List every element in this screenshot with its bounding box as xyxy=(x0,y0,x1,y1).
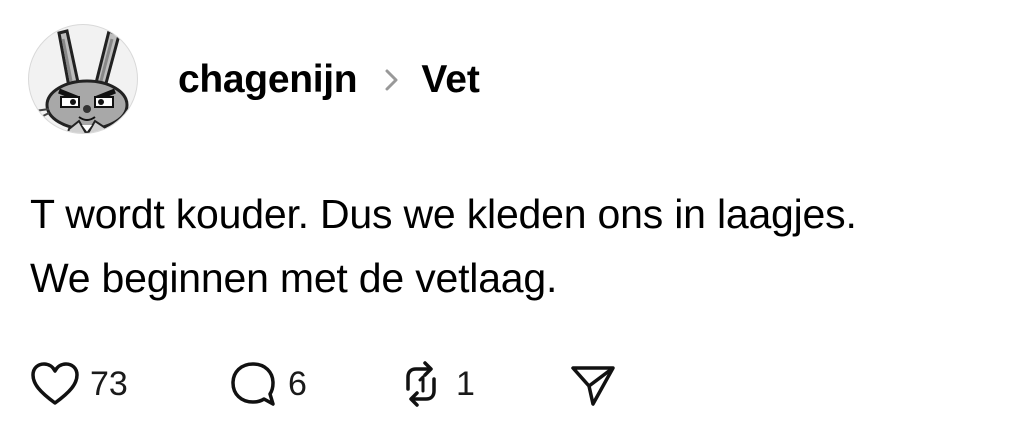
reply-count: 6 xyxy=(288,364,307,403)
heart-icon xyxy=(30,360,80,408)
chevron-right-icon xyxy=(385,69,399,91)
post-text-line: We beginnen met de vetlaag. xyxy=(30,255,558,301)
post-actions: 73 6 1 xyxy=(30,356,730,412)
author-username[interactable]: chagenijn xyxy=(178,58,358,102)
post-text: T wordt kouder. Dus we kleden ons in laa… xyxy=(30,182,1015,310)
like-button[interactable]: 73 xyxy=(30,356,128,412)
reply-button[interactable]: 6 xyxy=(228,356,307,412)
post-header: chagenijn Vet xyxy=(178,52,480,108)
post-text-line: T wordt kouder. Dus we kleden ons in laa… xyxy=(30,191,857,237)
comment-bubble-icon xyxy=(228,359,278,409)
repost-icon xyxy=(396,359,446,409)
like-count: 73 xyxy=(90,364,128,403)
share-button[interactable] xyxy=(568,356,618,412)
avatar[interactable] xyxy=(28,24,138,134)
repost-count: 1 xyxy=(456,364,475,403)
send-icon xyxy=(568,359,618,409)
post-card: chagenijn Vet T wordt kouder. Dus we kle… xyxy=(0,0,1024,430)
topic-tag[interactable]: Vet xyxy=(421,58,480,102)
repost-button[interactable]: 1 xyxy=(396,356,475,412)
grumpy-bunny-avatar-icon xyxy=(34,28,129,133)
